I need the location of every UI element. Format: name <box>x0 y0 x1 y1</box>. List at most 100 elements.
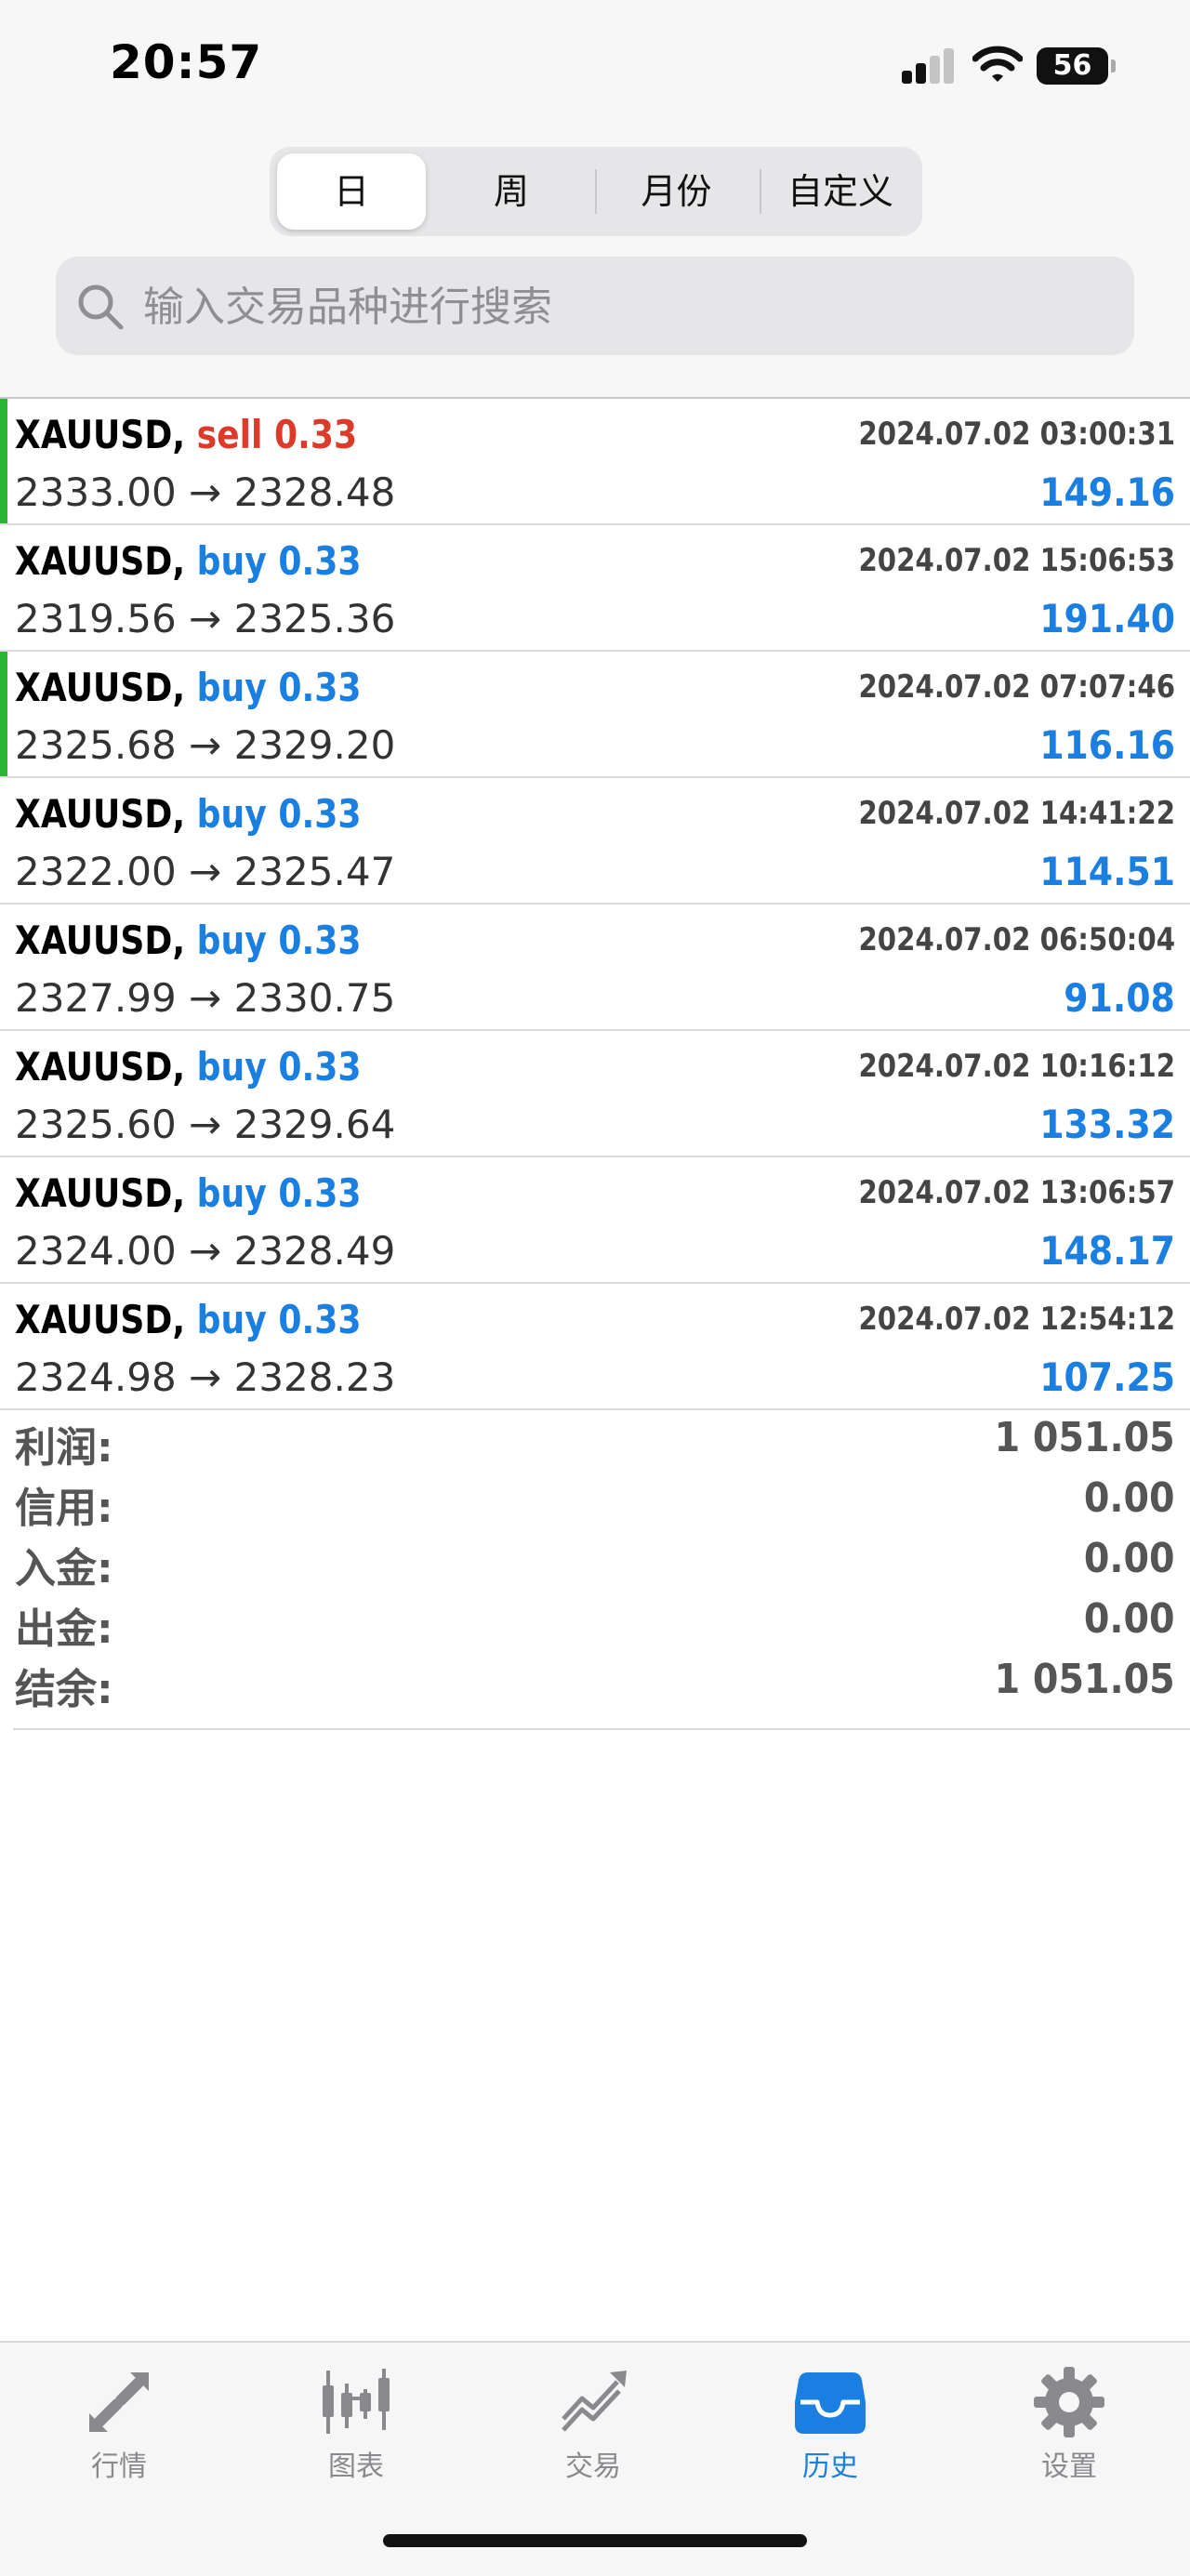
summary-row-deposit: 入金: 0.00 <box>0 1529 1190 1592</box>
close-price: 2328.49 <box>233 1228 396 1274</box>
trade-time: 2024.07.02 06:50:04 <box>858 921 1175 958</box>
cellular-signal-icon <box>902 48 954 84</box>
arrow-icon: → <box>189 596 222 641</box>
trade-title: XAUUSD, buy 0.33 <box>15 538 361 584</box>
trade-profit: 91.08 <box>1064 975 1175 1021</box>
open-price: 2325.68 <box>15 722 177 768</box>
summary-value: 1 051.05 <box>994 1414 1175 1461</box>
trade-row[interactable]: XAUUSD, buy 0.33 2024.07.02 13:06:57 232… <box>0 1157 1190 1284</box>
trade-symbol: XAUUSD, <box>15 412 186 457</box>
trade-volume: 0.33 <box>278 1297 362 1342</box>
summary-row-profit: 利润: 1 051.05 <box>0 1408 1190 1472</box>
summary-label: 出金: <box>15 1605 113 1653</box>
open-price: 2324.98 <box>15 1354 177 1400</box>
summary-row-withdrawal: 出金: 0.00 <box>0 1590 1190 1653</box>
trade-symbol: XAUUSD, <box>15 918 186 963</box>
trade-profit: 149.16 <box>1039 469 1175 515</box>
trade-prices: 2325.68 → 2329.20 <box>15 722 395 768</box>
tab-history[interactable]: 历史 <box>765 2365 895 2484</box>
open-price: 2325.60 <box>15 1102 177 1147</box>
trade-side: buy <box>196 538 267 584</box>
trade-time: 2024.07.02 13:06:57 <box>858 1174 1175 1211</box>
open-price: 2319.56 <box>15 596 177 641</box>
trade-volume: 0.33 <box>278 1170 362 1216</box>
trade-side: buy <box>196 665 267 710</box>
search-input[interactable] <box>141 271 1103 342</box>
trade-time: 2024.07.02 15:06:53 <box>858 542 1175 579</box>
open-price: 2324.00 <box>15 1228 177 1274</box>
trade-prices: 2324.00 → 2328.49 <box>15 1228 395 1274</box>
trade-profit: 133.32 <box>1039 1102 1175 1147</box>
trade-title: XAUUSD, buy 0.33 <box>15 1170 361 1216</box>
tab-month[interactable]: 月份 <box>600 153 753 230</box>
trade-symbol: XAUUSD, <box>15 1297 186 1342</box>
trade-profit: 116.16 <box>1039 722 1175 768</box>
trade-volume: 0.33 <box>278 918 362 963</box>
close-price: 2325.36 <box>233 596 396 641</box>
trade-row[interactable]: XAUUSD, buy 0.33 2024.07.02 12:54:12 232… <box>0 1284 1190 1410</box>
trade-symbol: XAUUSD, <box>15 791 186 837</box>
tab-label: 行情 <box>91 2451 147 2483</box>
trade-prices: 2322.00 → 2325.47 <box>15 849 395 894</box>
trade-row[interactable]: XAUUSD, sell 0.33 2024.07.02 03:00:31 23… <box>0 399 1190 525</box>
trade-row[interactable]: XAUUSD, buy 0.33 2024.07.02 10:16:12 232… <box>0 1031 1190 1157</box>
tab-custom[interactable]: 自定义 <box>764 153 917 230</box>
trade-side: buy <box>196 791 267 837</box>
summary-row-balance: 结余: 1 051.05 <box>0 1650 1190 1713</box>
arrow-icon: → <box>189 722 222 768</box>
segment-divider <box>595 169 597 214</box>
trade-volume: 0.33 <box>278 1044 362 1090</box>
tab-week[interactable]: 周 <box>437 153 586 230</box>
tab-label: 历史 <box>802 2451 858 2483</box>
tab-trade[interactable]: 交易 <box>528 2365 658 2484</box>
trade-volume: 0.33 <box>278 665 362 710</box>
trade-prices: 2325.60 → 2329.64 <box>15 1102 395 1147</box>
trade-title: XAUUSD, buy 0.33 <box>15 665 361 710</box>
arrow-icon: → <box>189 1228 222 1274</box>
trade-row[interactable]: XAUUSD, buy 0.33 2024.07.02 15:06:53 231… <box>0 525 1190 652</box>
trade-profit: 148.17 <box>1039 1228 1175 1274</box>
candlestick-chart-icon <box>323 2369 390 2434</box>
tab-quotes[interactable]: 行情 <box>54 2365 184 2484</box>
arrow-icon: → <box>189 1102 222 1147</box>
trade-prices: 2319.56 → 2325.36 <box>15 596 395 641</box>
trade-prices: 2333.00 → 2328.48 <box>15 469 395 515</box>
wifi-icon <box>972 46 1023 82</box>
account-summary: 利润: 1 051.05 信用: 0.00 入金: 0.00 出金: 0.00 … <box>0 1408 1190 1713</box>
open-price: 2327.99 <box>15 975 177 1021</box>
open-price: 2322.00 <box>15 849 177 894</box>
trade-profit: 191.40 <box>1039 596 1175 641</box>
trade-title: XAUUSD, buy 0.33 <box>15 791 361 837</box>
arrow-icon: → <box>189 469 222 515</box>
trade-row[interactable]: XAUUSD, buy 0.33 2024.07.02 14:41:22 232… <box>0 778 1190 905</box>
trade-time: 2024.07.02 03:00:31 <box>858 416 1175 453</box>
trade-profit: 107.25 <box>1039 1354 1175 1400</box>
summary-label: 信用: <box>15 1485 113 1532</box>
tab-chart[interactable]: 图表 <box>291 2365 421 2484</box>
trade-row[interactable]: XAUUSD, buy 0.33 2024.07.02 06:50:04 232… <box>0 905 1190 1031</box>
battery-icon: 56 <box>1037 47 1116 85</box>
trade-side: buy <box>196 1170 267 1216</box>
trade-volume: 0.33 <box>273 412 358 457</box>
tab-label: 交易 <box>565 2451 621 2483</box>
trade-time: 2024.07.02 10:16:12 <box>858 1048 1175 1085</box>
tab-day[interactable]: 日 <box>277 153 426 230</box>
close-price: 2329.64 <box>233 1102 396 1147</box>
search-bar <box>56 257 1134 355</box>
summary-value: 1 051.05 <box>994 1656 1175 1703</box>
search-icon <box>78 284 124 330</box>
trade-title: XAUUSD, sell 0.33 <box>15 412 357 457</box>
trade-row[interactable]: XAUUSD, buy 0.33 2024.07.02 07:07:46 232… <box>0 652 1190 778</box>
summary-label: 利润: <box>15 1424 113 1472</box>
trade-side: buy <box>196 1044 267 1090</box>
trade-symbol: XAUUSD, <box>15 538 186 584</box>
trade-volume: 0.33 <box>278 791 362 837</box>
gear-icon <box>1034 2367 1104 2437</box>
trade-time: 2024.07.02 14:41:22 <box>858 795 1175 832</box>
trade-title: XAUUSD, buy 0.33 <box>15 918 361 963</box>
arrow-icon: → <box>189 975 222 1021</box>
trade-time: 2024.07.02 07:07:46 <box>858 668 1175 706</box>
arrow-icon: → <box>189 849 222 894</box>
tab-settings[interactable]: 设置 <box>1004 2365 1134 2484</box>
status-time: 20:57 <box>110 35 263 89</box>
